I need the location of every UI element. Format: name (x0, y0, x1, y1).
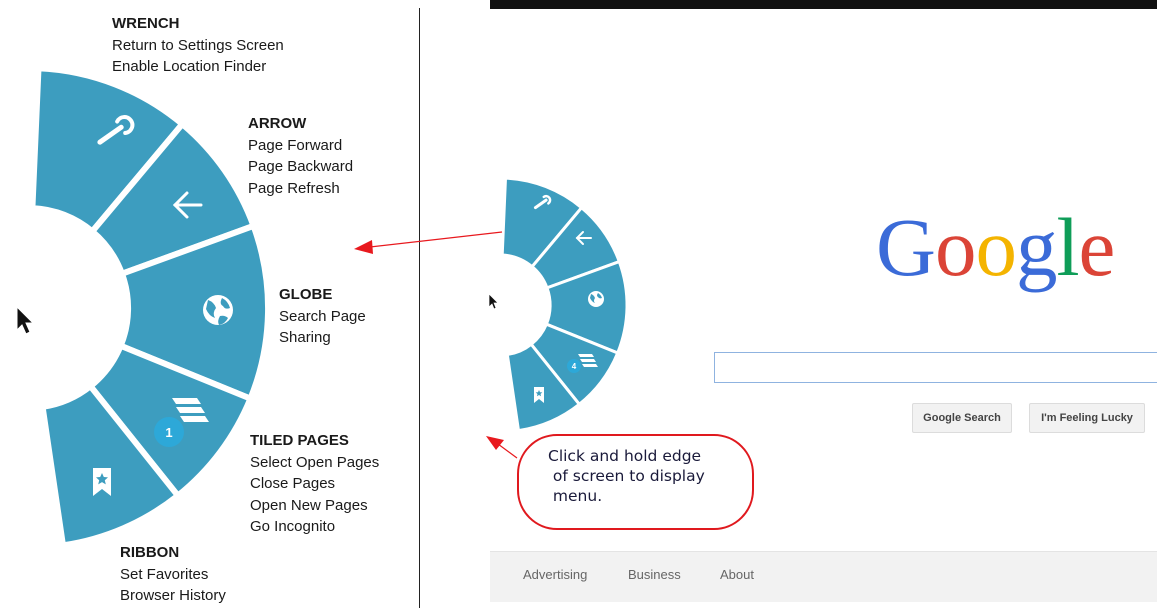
tiled-line: Close Pages (250, 475, 336, 492)
google-search-input[interactable] (714, 352, 1157, 383)
arrow-line: Page Refresh (248, 179, 340, 197)
globe-heading: GLOBE (279, 286, 333, 303)
globe-line: Search Page (279, 307, 366, 325)
logo-letter: G (876, 201, 936, 293)
tab-count-text: 1 (165, 425, 172, 440)
small-mouse-cursor-icon (488, 293, 499, 310)
mouse-cursor-icon (16, 305, 35, 335)
feeling-lucky-button[interactable]: I'm Feeling Lucky (1029, 403, 1145, 433)
tiled-pages-description: TILED PAGES Select Open Pages Close Page… (250, 430, 379, 538)
tiled-heading: TILED PAGES (250, 432, 349, 449)
wrench-line: Return to Settings Screen (112, 36, 284, 54)
ribbon-description: RIBBON Set Favorites Browser History (120, 542, 226, 607)
callout-line: menu. (548, 487, 603, 505)
ribbon-line: Set Favorites (120, 565, 209, 583)
arrow-line: Page Backward (248, 158, 354, 175)
footer-link-business[interactable]: Business (628, 567, 681, 582)
small-tab-count-badge: 4 (567, 359, 581, 373)
small-radial-menu: 4 (488, 176, 629, 433)
globe-line: Sharing (279, 329, 331, 346)
footer-link-advertising[interactable]: Advertising (523, 567, 587, 582)
google-logo: Google (876, 206, 1115, 289)
logo-letter: g (1015, 201, 1057, 293)
logo-letter: l (1056, 201, 1079, 293)
small-tab-count-text: 4 (572, 362, 577, 371)
globe-description: GLOBE Search Page Sharing (279, 284, 366, 349)
wrench-heading: WRENCH (112, 15, 180, 32)
panel-divider (419, 8, 420, 608)
ribbon-line: Browser History (120, 587, 226, 604)
google-footer: Advertising Business About (490, 551, 1157, 602)
arrow-line: Page Forward (248, 136, 343, 154)
ribbon-heading: RIBBON (120, 544, 180, 561)
callout-text: Click and hold edge of screen to display… (548, 446, 748, 506)
wrench-description: WRENCH Return to Settings Screen Enable … (112, 13, 284, 78)
arrow-description: ARROW Page Forward Page Backward Page Re… (248, 113, 353, 199)
small-globe-icon (588, 291, 604, 307)
logo-letter: o (934, 201, 976, 293)
tiled-line: Open New Pages (250, 496, 368, 514)
callout-line: Click and hold edge (548, 447, 702, 465)
tiled-line: Select Open Pages (250, 453, 380, 471)
footer-link-about[interactable]: About (720, 567, 754, 582)
tab-count-badge: 1 (154, 417, 184, 447)
callout-line: of screen to display (548, 467, 705, 485)
logo-letter: o (975, 201, 1016, 293)
tiled-line: Go Incognito (250, 518, 336, 535)
globe-icon (203, 295, 233, 325)
logo-letter: e (1078, 201, 1116, 293)
browser-top-bar (490, 0, 1157, 9)
arrow-heading: ARROW (248, 115, 307, 132)
wrench-line: Enable Location Finder (112, 58, 267, 75)
google-search-button[interactable]: Google Search (912, 403, 1012, 433)
